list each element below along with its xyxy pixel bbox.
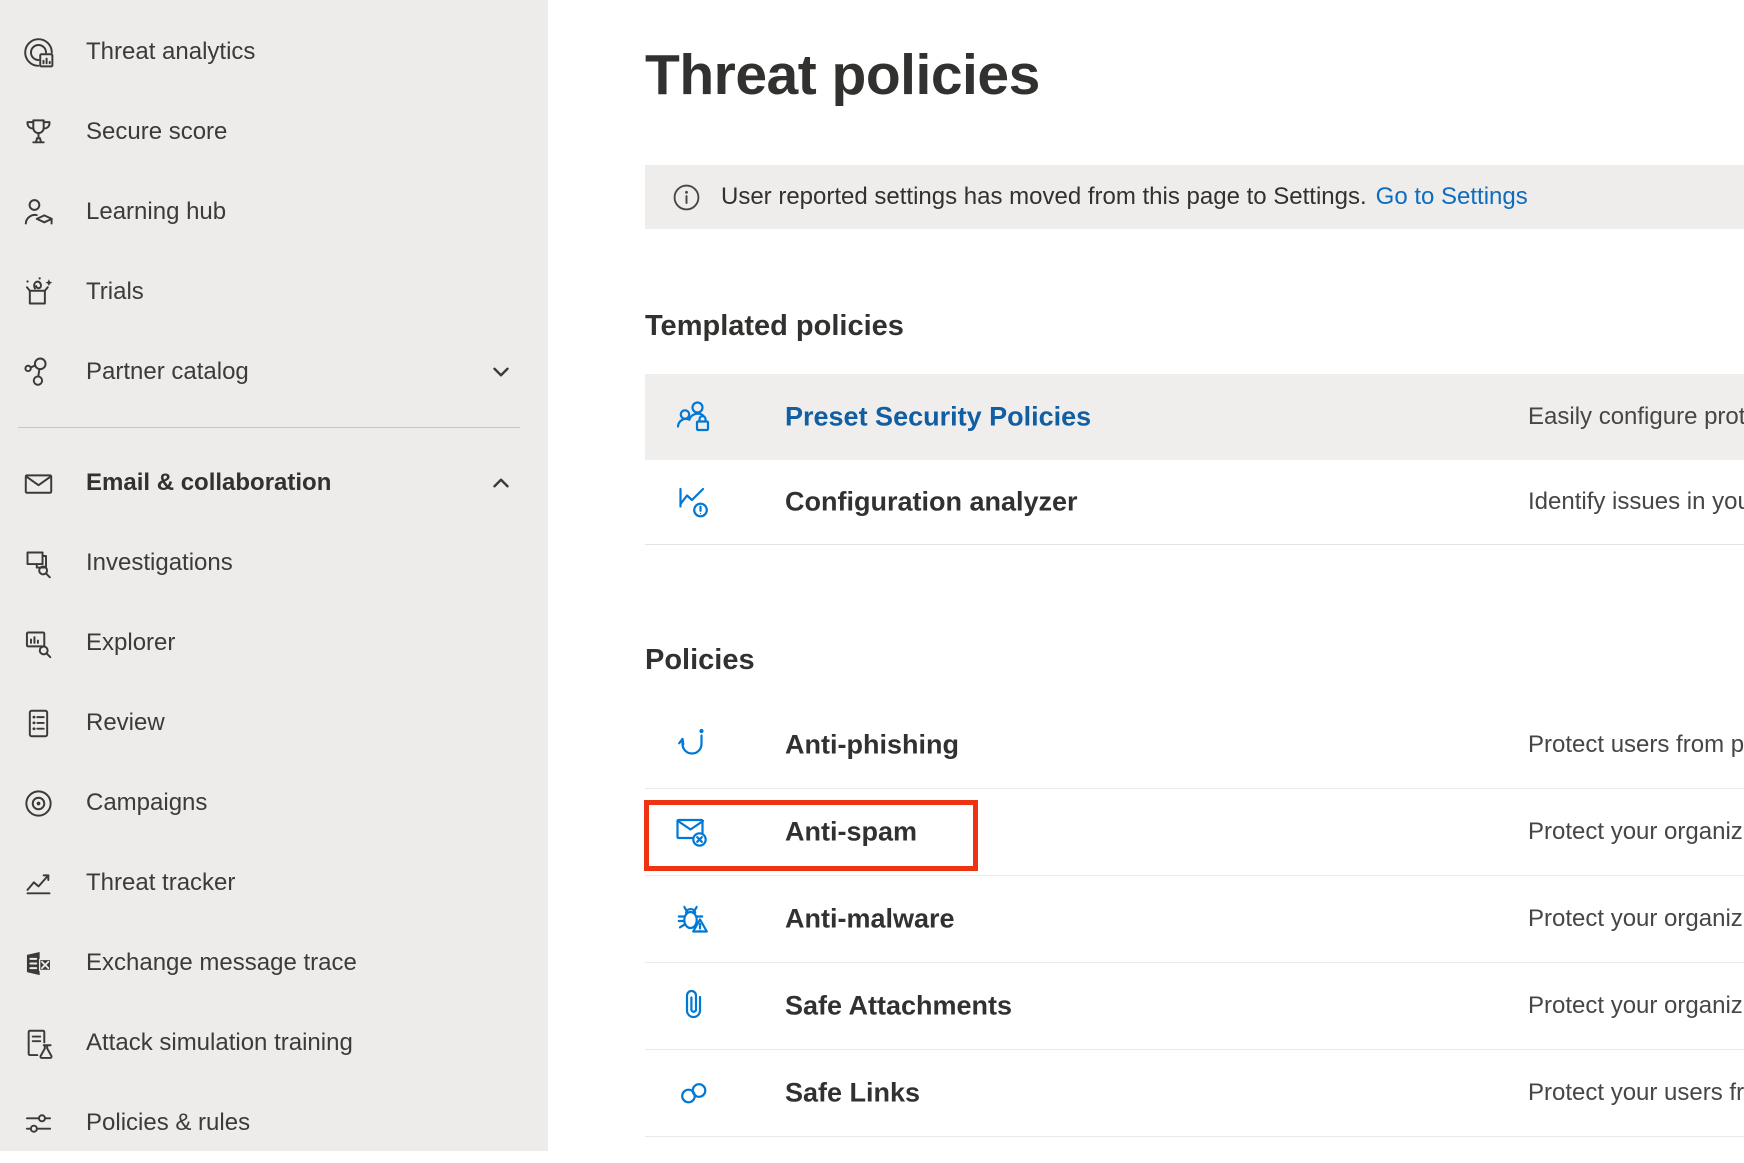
sidebar-item-secure-score[interactable]: Secure score (0, 92, 548, 172)
row-label: Configuration analyzer (785, 487, 1078, 518)
attack-simulation-icon (20, 1025, 57, 1062)
partner-catalog-icon (20, 354, 57, 391)
explorer-icon (20, 625, 57, 662)
row-description: Protect your organiz (1528, 905, 1743, 933)
sidebar-item-label: Trials (86, 278, 144, 306)
sidebar-item-label: Review (86, 709, 165, 737)
threat-tracker-icon (20, 865, 57, 902)
preset-security-policies-icon (672, 395, 716, 439)
threat-analytics-icon (20, 34, 57, 71)
sidebar-item-campaigns[interactable]: Campaigns (0, 763, 548, 843)
exchange-icon (20, 945, 57, 982)
sidebar-item-review[interactable]: Review (0, 683, 548, 763)
sidebar-item-explorer[interactable]: Explorer (0, 603, 548, 683)
learning-hub-icon (20, 194, 57, 231)
sidebar-item-attack-simulation-training[interactable]: Attack simulation training (0, 1003, 548, 1083)
sidebar-item-label: Policies & rules (86, 1109, 250, 1137)
trials-icon (20, 274, 57, 311)
sidebar-item-email-collaboration[interactable]: Email & collaboration (0, 443, 548, 523)
sidebar-item-label: Investigations (86, 549, 233, 577)
banner-text: User reported settings has moved from th… (721, 183, 1367, 211)
section-heading-templated-policies: Templated policies (645, 308, 904, 344)
row-anti-phishing[interactable]: Anti-phishing Protect users from p (645, 701, 1744, 789)
row-label: Safe Attachments (785, 990, 1012, 1021)
row-description: Protect your organiz (1528, 992, 1743, 1020)
campaigns-icon (20, 785, 57, 822)
safe-attachments-icon (672, 984, 716, 1028)
sidebar-item-partner-catalog[interactable]: Partner catalog (0, 332, 548, 412)
page-title: Threat policies (645, 44, 1040, 106)
sidebar-item-policies-rules[interactable]: Policies & rules (0, 1083, 548, 1163)
sidebar-item-label: Attack simulation training (86, 1029, 353, 1057)
sidebar-item-threat-tracker[interactable]: Threat tracker (0, 843, 548, 923)
sidebar-item-trials[interactable]: Trials (0, 252, 548, 332)
sidebar-item-label: Email & collaboration (86, 469, 331, 497)
sidebar-item-label: Exchange message trace (86, 949, 357, 977)
sidebar-item-investigations[interactable]: Investigations (0, 523, 548, 603)
info-icon (671, 182, 702, 213)
anti-malware-icon (672, 897, 716, 941)
go-to-settings-link[interactable]: Go to Settings (1376, 183, 1528, 211)
review-icon (20, 705, 57, 742)
info-banner: User reported settings has moved from th… (645, 165, 1744, 229)
sidebar-item-threat-analytics[interactable]: Threat analytics (0, 12, 548, 92)
row-configuration-analyzer[interactable]: Configuration analyzer Identify issues i… (645, 460, 1744, 545)
app-root: Threat analytics Secure score (0, 0, 1744, 1151)
sidebar-item-label: Campaigns (86, 789, 207, 817)
secure-score-icon (20, 114, 57, 151)
sidebar-item-label: Threat tracker (86, 869, 235, 897)
safe-links-icon (672, 1071, 716, 1115)
sidebar-item-exchange-message-trace[interactable]: Exchange message trace (0, 923, 548, 1003)
email-icon (20, 465, 57, 502)
row-label: Anti-phishing (785, 729, 959, 760)
row-description: Protect your organiz (1528, 818, 1743, 846)
row-anti-malware[interactable]: Anti-malware Protect your organiz (645, 875, 1744, 963)
investigations-icon (20, 545, 57, 582)
sidebar-divider (18, 427, 520, 428)
row-preset-security-policies[interactable]: Preset Security Policies Easily configur… (645, 374, 1744, 460)
row-label: Safe Links (785, 1077, 920, 1108)
sidebar-item-learning-hub[interactable]: Learning hub (0, 172, 548, 252)
row-label: Preset Security Policies (785, 402, 1091, 433)
anti-spam-icon (672, 810, 716, 854)
row-anti-spam[interactable]: Anti-spam Protect your organiz (645, 788, 1744, 876)
sidebar-item-label: Learning hub (86, 198, 226, 226)
row-description: Protect your users fr (1528, 1079, 1744, 1107)
section-heading-policies: Policies (645, 642, 755, 678)
row-description: Identify issues in you (1528, 488, 1744, 516)
row-description: Protect users from p (1528, 731, 1744, 759)
row-safe-attachments[interactable]: Safe Attachments Protect your organiz (645, 962, 1744, 1050)
policies-rules-icon (20, 1105, 57, 1142)
row-description: Easily configure prot (1528, 403, 1744, 431)
anti-phishing-icon (672, 723, 716, 767)
sidebar-item-label: Secure score (86, 118, 227, 146)
sidebar-item-label: Explorer (86, 629, 175, 657)
row-safe-links[interactable]: Safe Links Protect your users fr (645, 1049, 1744, 1137)
sidebar: Threat analytics Secure score (0, 0, 548, 1151)
chevron-down-icon (488, 359, 514, 385)
sidebar-item-label: Threat analytics (86, 38, 255, 66)
sidebar-item-label: Partner catalog (86, 358, 249, 386)
chevron-up-icon (488, 470, 514, 496)
configuration-analyzer-icon (672, 480, 716, 524)
row-label: Anti-spam (785, 816, 917, 847)
row-label: Anti-malware (785, 903, 955, 934)
main-content: Threat policies User reported settings h… (548, 0, 1744, 1151)
